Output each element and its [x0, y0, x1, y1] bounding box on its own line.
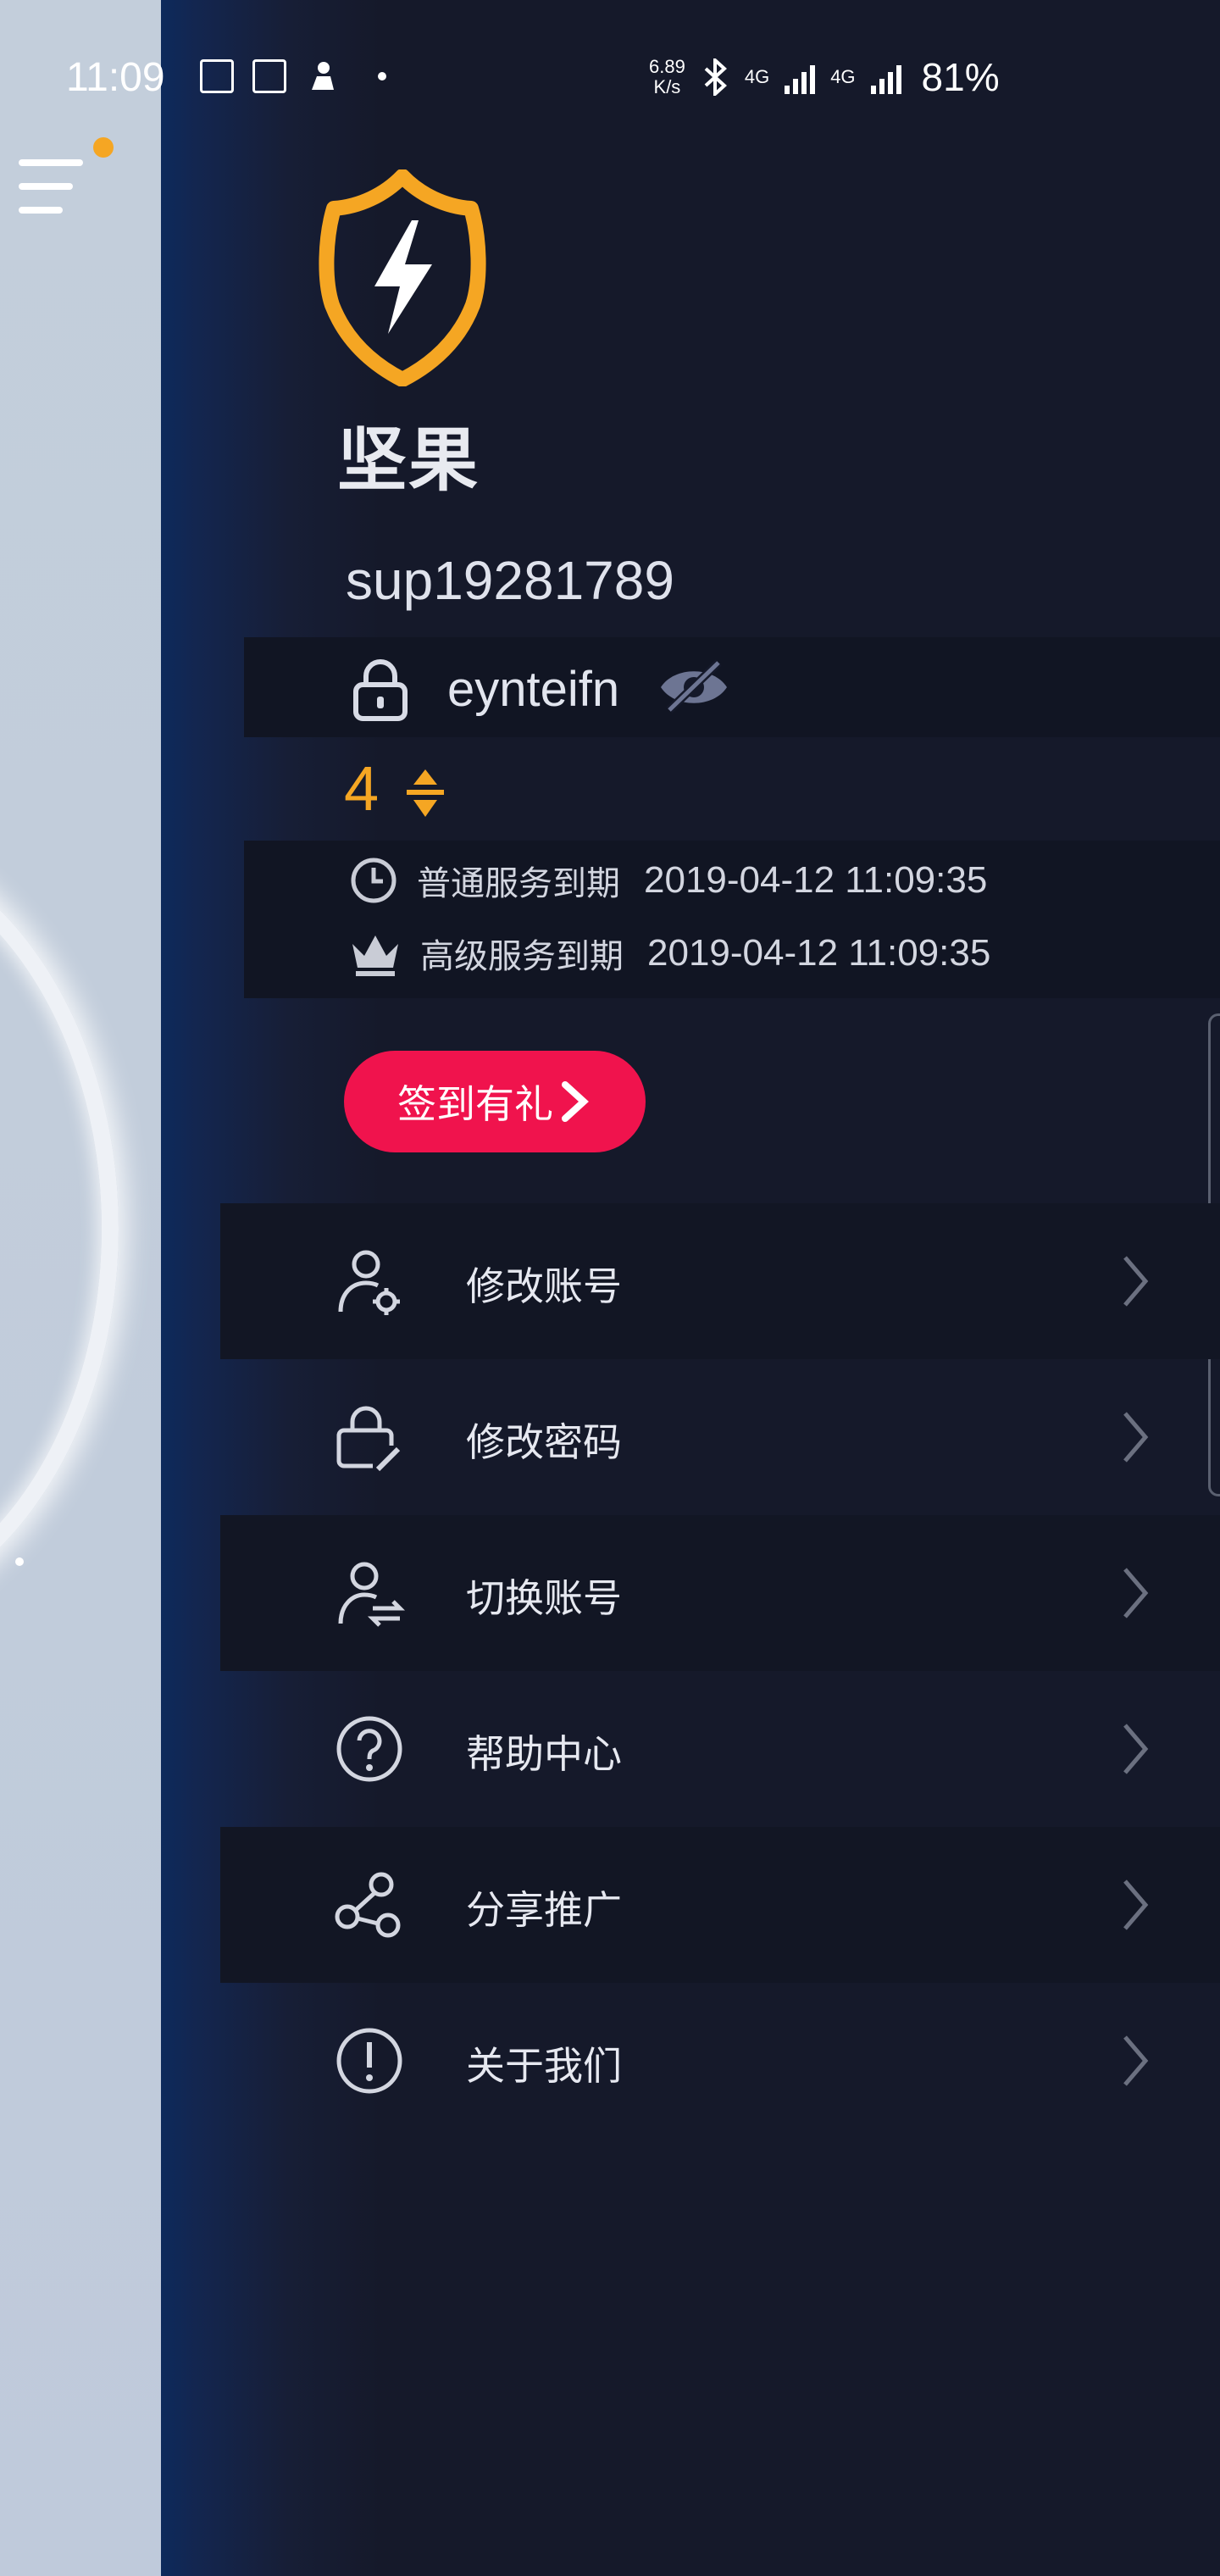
more-notifications-dot [378, 72, 386, 80]
service-label: 普通服务到期 [417, 864, 620, 903]
clock-icon [351, 858, 396, 903]
menu-item-help-center[interactable]: 帮助中心 [220, 1671, 1220, 1827]
background-dot [15, 1557, 24, 1566]
service-label: 高级服务到期 [420, 937, 624, 976]
bluetooth-icon [704, 58, 727, 96]
signal-icon-2 [870, 60, 901, 94]
menu-label: 修改账号 [466, 1263, 622, 1309]
coin-icon [407, 769, 444, 817]
menu-label: 分享推广 [466, 1887, 622, 1933]
username: sup19281789 [346, 550, 674, 611]
battery-level: 81% [921, 55, 1000, 99]
user-settings-icon [338, 1250, 400, 1315]
password-row: eynteifn [244, 637, 1220, 737]
signin-label: 签到有礼 [397, 1081, 553, 1127]
background-ring [0, 830, 119, 1627]
chevron-right-icon [562, 1081, 589, 1122]
menu-item-about-us[interactable]: 关于我们 [220, 1983, 1220, 2139]
menu-item-change-account[interactable]: 修改账号 [220, 1203, 1220, 1359]
signal-icon-1 [785, 60, 816, 94]
password-text: eynteifn [447, 662, 620, 717]
normal-service-row: 普通服务到期 2019-04-12 11:09:35 [349, 856, 987, 905]
service-expiry-box: 普通服务到期 2019-04-12 11:09:35 高级服务到期 2019-0… [244, 841, 1220, 998]
menu-item-change-password[interactable]: 修改密码 [220, 1359, 1220, 1515]
premium-service-row: 高级服务到期 2019-04-12 11:09:35 [349, 929, 990, 978]
chevron-right-icon [1123, 2035, 1149, 2086]
share-icon [335, 1872, 401, 1938]
chevron-right-icon [1123, 1256, 1149, 1307]
menu-label: 切换账号 [466, 1575, 622, 1621]
app-name: 坚果 [337, 420, 480, 501]
network-type-1: 4G [744, 66, 770, 87]
service-expiry: 2019-04-12 11:09:35 [647, 932, 991, 974]
gallery-icon [252, 59, 286, 93]
chevron-right-icon [1123, 1568, 1149, 1618]
status-bar: 11:09 6.89 K/s 4G 4G 81% [0, 0, 1220, 161]
crown-icon [352, 935, 398, 976]
help-icon [336, 1716, 402, 1782]
menu-item-share[interactable]: 分享推广 [220, 1827, 1220, 1983]
menu-item-switch-account[interactable]: 切换账号 [220, 1515, 1220, 1671]
drawer-menu: 修改账号 修改密码 切换账号 帮助中心 分享推广 关于我们 [220, 1203, 1220, 2139]
network-speed: 6.89 K/s [649, 56, 685, 97]
background-main-screen [0, 0, 161, 2576]
chevron-right-icon [1123, 1412, 1149, 1463]
notification-icons [200, 59, 386, 93]
network-type-2: 4G [830, 66, 856, 87]
lock-edit-icon [336, 1406, 401, 1472]
chevron-right-icon [1123, 1879, 1149, 1930]
service-expiry: 2019-04-12 11:09:35 [644, 859, 988, 901]
status-time: 11:09 [66, 55, 165, 100]
sim-icon [200, 59, 234, 93]
eye-hidden-icon[interactable] [657, 658, 730, 717]
menu-label: 关于我们 [466, 2043, 622, 2089]
lock-icon [353, 659, 408, 721]
chevron-right-icon [1123, 1724, 1149, 1774]
app-notification-icon [312, 62, 334, 90]
coin-count: 4 [344, 753, 380, 824]
menu-icon[interactable] [19, 159, 86, 219]
info-icon [336, 2028, 402, 2094]
status-right: 6.89 K/s 4G 4G 81% [649, 54, 1000, 100]
menu-label: 修改密码 [466, 1419, 622, 1465]
app-logo-icon [319, 169, 486, 386]
user-switch-icon [338, 1562, 405, 1627]
menu-label: 帮助中心 [466, 1731, 622, 1777]
signin-reward-button[interactable]: 签到有礼 [344, 1051, 646, 1152]
